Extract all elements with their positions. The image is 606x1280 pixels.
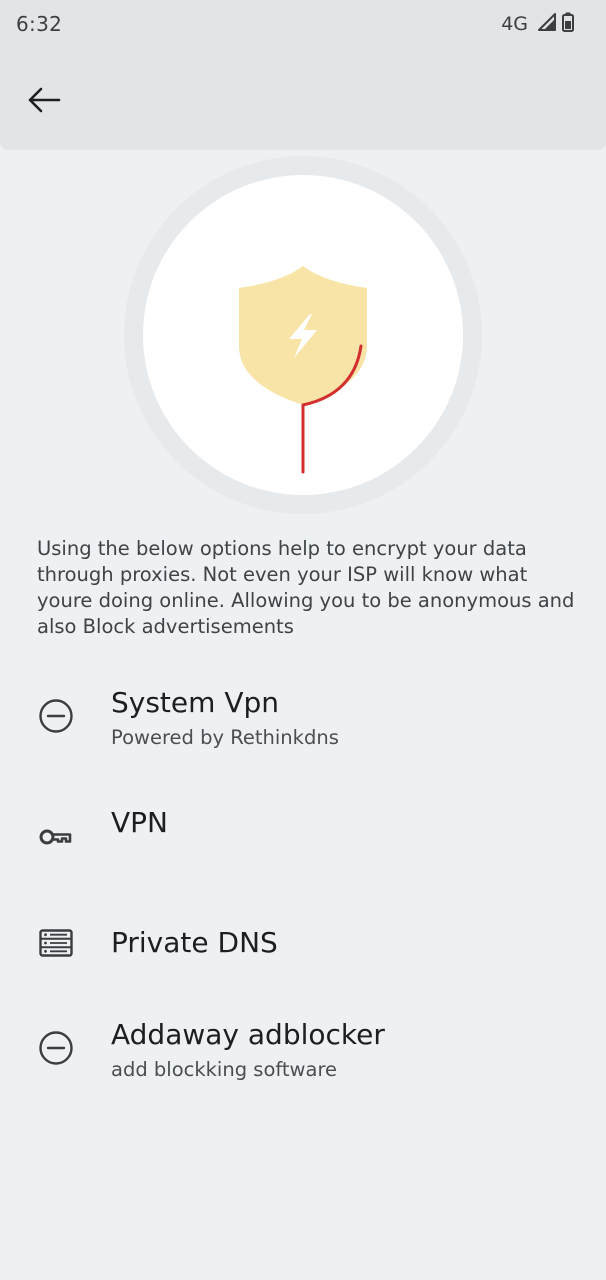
option-subtitle: add blockking software	[111, 1058, 338, 1081]
battery-icon	[562, 12, 574, 36]
option-addaway-adblocker[interactable]: Addaway adblocker add blockking software	[0, 1000, 606, 1110]
description-text: Using the below options help to encrypt …	[37, 537, 575, 638]
minus-circle-icon	[36, 696, 76, 736]
signal-icon	[538, 13, 556, 35]
back-button[interactable]	[16, 74, 72, 130]
vpn-key-icon	[36, 817, 76, 857]
option-title: VPN	[111, 806, 168, 839]
app-bar	[0, 52, 606, 150]
option-title: Private DNS	[111, 926, 278, 959]
option-title: Addaway adblocker	[111, 1018, 385, 1051]
shield-lightning-icon	[239, 266, 367, 474]
option-title: System Vpn	[111, 686, 279, 719]
status-time: 6:32	[16, 12, 63, 36]
minus-circle-icon	[36, 1028, 76, 1068]
network-type: 4G	[501, 13, 528, 35]
option-system-vpn[interactable]: System Vpn Powered by Rethinkdns	[0, 668, 606, 778]
status-bar: 6:32 4G	[0, 0, 606, 52]
option-subtitle: Powered by Rethinkdns	[111, 726, 339, 749]
hero-illustration	[124, 156, 482, 514]
arrow-back-icon	[27, 87, 61, 117]
dns-icon	[36, 923, 76, 963]
status-indicators: 4G	[501, 12, 574, 36]
option-vpn[interactable]: VPN	[0, 790, 606, 900]
